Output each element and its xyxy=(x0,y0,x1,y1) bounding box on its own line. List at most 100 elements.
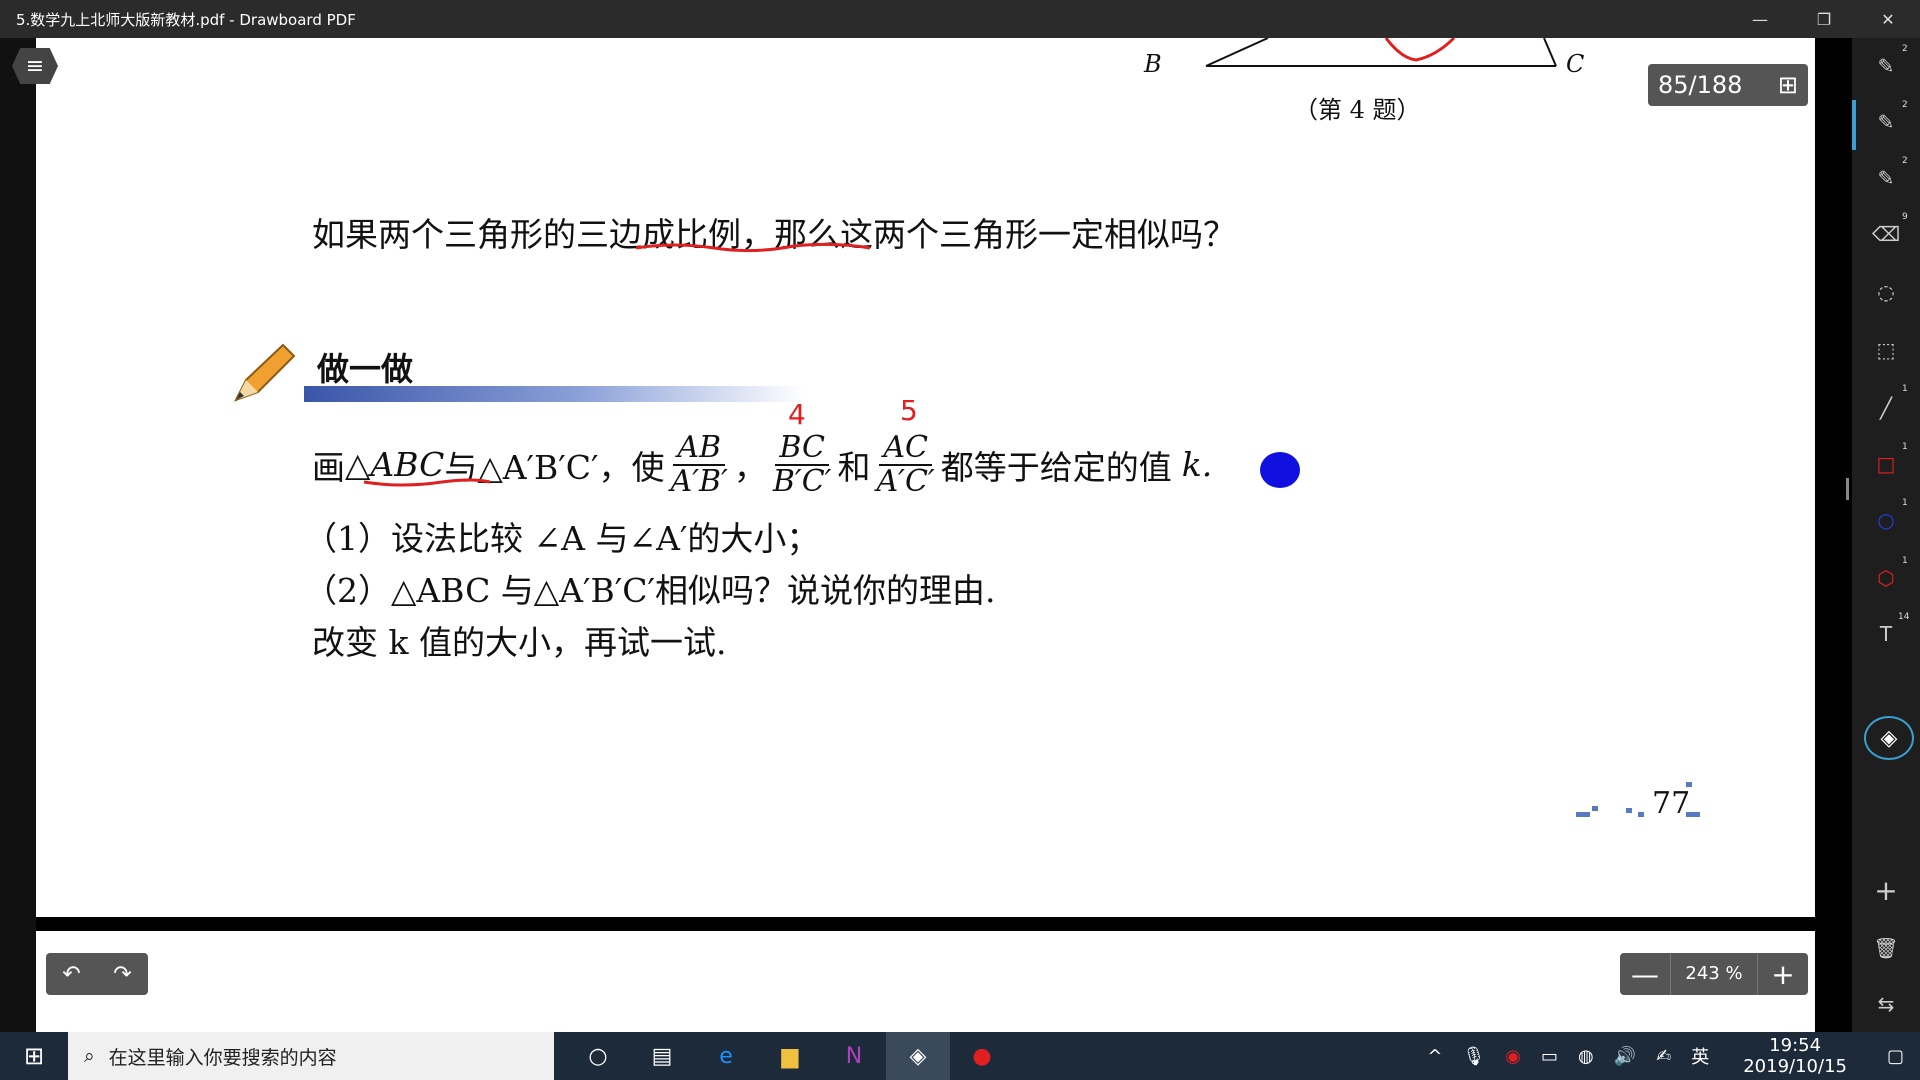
pen-cursor xyxy=(1260,452,1300,488)
ellipse-count: 1 xyxy=(1902,498,1908,508)
pen-1-icon[interactable]: ✎ xyxy=(1870,50,1902,82)
title-bar: 5.数学九上北师大版新教材.pdf - Drawboard PDF — ❐ ✕ xyxy=(0,0,1920,38)
pen-3-count: 2 xyxy=(1902,156,1908,166)
pen-3-icon[interactable]: ✎ xyxy=(1870,162,1902,194)
minimize-button[interactable]: — xyxy=(1728,0,1792,38)
underline-abc-annotation xyxy=(363,478,491,487)
pencil-icon xyxy=(228,340,296,406)
zoom-level[interactable]: 243 % xyxy=(1670,953,1758,995)
onenote-icon[interactable]: N xyxy=(822,1032,886,1080)
recording-icon[interactable]: ◉ xyxy=(1495,1046,1531,1067)
left-margin xyxy=(0,38,36,1032)
ellipse-icon[interactable]: ○ xyxy=(1870,504,1902,536)
problem-question-2: （2）△ABC 与△A′B′C′相似吗？说说你的理由. xyxy=(304,571,996,610)
problem-text-a: 画 xyxy=(312,447,345,487)
restore-button[interactable]: ❐ xyxy=(1792,0,1856,38)
lasso-icon[interactable]: ◌ xyxy=(1870,276,1902,308)
search-icon: ⌕ xyxy=(84,1045,95,1067)
grid-icon[interactable]: ⊞ xyxy=(1778,71,1798,99)
clock[interactable]: 19:54 2019/10/15 xyxy=(1719,1035,1871,1077)
scroll-handle[interactable] xyxy=(1846,478,1849,500)
underline-annotation xyxy=(635,242,871,253)
text-tool-count: 14 xyxy=(1898,612,1910,622)
drawboard-icon[interactable]: ◈ xyxy=(886,1032,950,1080)
task-view-icon[interactable]: ▤ xyxy=(630,1032,694,1080)
notification-icon[interactable]: ▢ xyxy=(1871,1046,1920,1067)
window-title: 5.数学九上北师大版新教材.pdf - Drawboard PDF xyxy=(16,10,356,29)
microphone-icon[interactable]: 🎙 xyxy=(1452,1046,1495,1067)
problem-he: 和 xyxy=(837,447,871,487)
page-counter[interactable]: 85/188 ⊞ xyxy=(1648,64,1808,106)
page-gap xyxy=(36,917,1815,931)
line-count: 1 xyxy=(1902,384,1908,394)
problem-question-1: （1）设法比较 ∠A 与∠A′的大小； xyxy=(304,519,820,558)
rectangle-count: 1 xyxy=(1902,442,1908,452)
file-explorer-icon[interactable]: ▆ xyxy=(758,1032,822,1080)
select-icon[interactable]: ⬚ xyxy=(1870,334,1902,366)
fraction-ab-denominator: A′B′ xyxy=(670,463,728,499)
trash-icon[interactable]: 🗑 xyxy=(1870,932,1902,964)
undo-button[interactable]: ↶ xyxy=(46,953,97,995)
undo-redo-group: ↶ ↷ xyxy=(46,953,148,995)
fraction-bc: BC B′C′ xyxy=(773,432,832,497)
pdf-page[interactable]: B C （第 4 题） 如果两个三角形的三边成比例，那么这两个三角形一定相似吗？… xyxy=(36,38,1815,917)
tray-chevron-icon[interactable]: ^ xyxy=(1417,1046,1452,1067)
problem-text-c: 都等于给定的值 xyxy=(940,447,1172,487)
menu-icon: ≡ xyxy=(25,53,45,79)
ime-indicator[interactable]: 英 xyxy=(1681,1043,1719,1069)
cortana-icon[interactable]: ○ xyxy=(566,1032,630,1080)
activity-title: 做一做 xyxy=(317,350,414,388)
text-tool-icon[interactable]: T xyxy=(1870,618,1902,650)
eraser-count: 9 xyxy=(1902,212,1908,222)
system-tray: ^ 🎙 ◉ ▭ ◍ 🔊 ✍ 英 19:54 2019/10/15 ▢ xyxy=(1417,1032,1920,1080)
right-margin xyxy=(1815,38,1852,1032)
redo-button[interactable]: ↷ xyxy=(97,953,148,995)
fraction-ac-numerator: AC xyxy=(879,432,932,466)
start-button[interactable]: ⊞ xyxy=(0,1032,68,1080)
zoom-control: — 243 % + xyxy=(1620,953,1808,995)
fraction-ac-denominator: A′C′ xyxy=(876,463,935,499)
fraction-bc-numerator: BC xyxy=(775,432,829,466)
zoom-in-button[interactable]: + xyxy=(1758,958,1808,991)
clock-date: 2019/10/15 xyxy=(1743,1056,1847,1077)
pen-2-count: 2 xyxy=(1902,100,1908,110)
clock-time: 19:54 xyxy=(1769,1035,1822,1056)
handwritten-mark-5: 5 xyxy=(900,394,918,427)
polygon-count: 1 xyxy=(1902,556,1908,566)
swap-icon[interactable]: ⇆ xyxy=(1870,988,1902,1020)
hamburger-menu-button[interactable]: ≡ xyxy=(12,48,58,84)
vertex-c-label: C xyxy=(1566,50,1585,78)
pen-2-icon[interactable]: ✎ xyxy=(1870,106,1902,138)
taskbar-search-box[interactable]: ⌕ 在这里输入你要搜索的内容 xyxy=(68,1032,554,1080)
ruler-toggle-icon[interactable]: ◈ xyxy=(1864,716,1914,760)
close-button[interactable]: ✕ xyxy=(1856,0,1920,38)
fraction-ab-numerator: AB xyxy=(673,432,726,466)
taskbar: ⊞ ⌕ 在这里输入你要搜索的内容 ○ ▤ e ▆ N ◈ ● ^ 🎙 ◉ ▭ ◍… xyxy=(0,1032,1920,1080)
active-tool-indicator xyxy=(1852,100,1856,150)
rectangle-icon[interactable]: □ xyxy=(1870,448,1902,480)
vertex-b-label: B xyxy=(1144,50,1162,78)
bottom-bar xyxy=(36,931,1815,1032)
volume-icon[interactable]: 🔊 xyxy=(1604,1046,1646,1067)
network-icon[interactable]: ◍ xyxy=(1568,1046,1604,1067)
add-page-icon[interactable]: + xyxy=(1870,874,1902,907)
page-counter-text: 85/188 xyxy=(1658,71,1743,99)
problem-k: k. xyxy=(1181,445,1213,484)
problem-comma: ， xyxy=(733,447,767,487)
battery-icon[interactable]: ▭ xyxy=(1531,1046,1568,1067)
figure-caption: （第 4 题） xyxy=(1294,96,1421,124)
handwritten-mark-4: 4 xyxy=(788,398,806,431)
pen-settings-icon[interactable]: ✍ xyxy=(1646,1046,1681,1067)
pen-1-count: 2 xyxy=(1902,44,1908,54)
fraction-ac: AC A′C′ xyxy=(877,432,935,497)
edge-icon[interactable]: e xyxy=(694,1032,758,1080)
line-icon[interactable]: ╱ xyxy=(1870,392,1902,424)
record-icon[interactable]: ● xyxy=(950,1032,1014,1080)
fraction-bc-denominator: B′C′ xyxy=(772,463,832,499)
page-number-decoration xyxy=(1576,782,1700,817)
search-placeholder: 在这里输入你要搜索的内容 xyxy=(108,1046,337,1069)
problem-question-3: 改变 k 值的大小，再试一试. xyxy=(312,623,727,662)
zoom-out-button[interactable]: — xyxy=(1620,958,1670,991)
polygon-icon[interactable]: ⬡ xyxy=(1870,562,1902,594)
eraser-icon[interactable]: ⌫ xyxy=(1870,218,1902,250)
